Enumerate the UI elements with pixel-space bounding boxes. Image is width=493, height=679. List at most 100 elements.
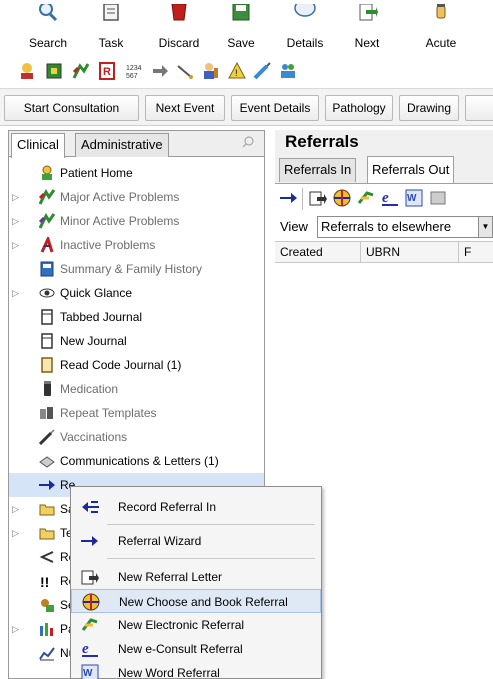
report-icon[interactable]: R (98, 62, 116, 80)
referrals-table-header: Created UBRN F (275, 241, 493, 263)
next-event-button[interactable]: Next Event (145, 95, 225, 121)
menu-item-record-referral-in[interactable]: Record Referral In (71, 495, 321, 519)
tree-item-read-code-journal[interactable]: Read Code Journal (1) (9, 353, 264, 377)
expand-icon[interactable]: ▷ (12, 521, 22, 545)
tree-item-minor-active-problems[interactable]: ▷ Minor Active Problems (9, 209, 264, 233)
expand-icon[interactable]: ▷ (12, 233, 22, 257)
menu-item-new-referral-letter[interactable]: New Referral Letter (71, 565, 321, 589)
tree-item-label: Medication (60, 382, 119, 396)
start-consultation-button[interactable]: Start Consultation (4, 95, 139, 121)
results-icon (39, 551, 54, 563)
menu-separator (107, 558, 315, 559)
overflow-button[interactable] (465, 95, 493, 121)
column-header-f[interactable]: F (459, 242, 493, 263)
menu-item-referral-wizard[interactable]: Referral Wizard (71, 529, 321, 553)
referral-arrow-icon[interactable] (280, 189, 298, 207)
tree-item-label: Communications & Letters (1) (60, 454, 219, 468)
svg-text:!!: !! (40, 574, 49, 589)
more-icon[interactable] (429, 189, 447, 207)
menu-item-new-choose-and-book-referral[interactable]: New Choose and Book Referral (71, 589, 321, 613)
numbers-icon[interactable]: 1234567 (125, 62, 143, 80)
tree-item-medication[interactable]: Medication (9, 377, 264, 401)
box-icon[interactable] (45, 62, 63, 80)
pen-icon[interactable] (176, 62, 194, 80)
search-button[interactable]: Search (18, 0, 78, 56)
expand-icon[interactable]: ▷ (12, 185, 22, 209)
save-button[interactable]: Save (211, 0, 271, 56)
column-header-ubrn[interactable]: UBRN (361, 242, 459, 263)
tree-item-inactive-problems[interactable]: ▷ Inactive Problems (9, 233, 264, 257)
people-icon[interactable] (279, 62, 297, 80)
view-select[interactable]: Referrals to elsewhere ▼ (317, 216, 493, 238)
major-problems-icon (39, 189, 55, 205)
tree-item-new-journal[interactable]: New Journal (9, 329, 264, 353)
arrow-right-icon[interactable] (151, 62, 169, 80)
menu-item-new-electronic-referral[interactable]: New Electronic Referral (71, 613, 321, 637)
discard-label: Discard (158, 36, 200, 50)
electronic-referral-icon[interactable] (357, 189, 375, 207)
discard-button[interactable]: Discard (149, 0, 209, 56)
tab-referrals-in[interactable]: Referrals In (279, 158, 357, 182)
expand-icon[interactable]: ▷ (12, 617, 22, 641)
pathology-button[interactable]: Pathology (325, 95, 393, 121)
econsult-icon[interactable]: e (381, 189, 399, 207)
menu-item-label: New Word Referral (118, 666, 220, 679)
quick-icon-strip: R 1234 567 ! (0, 56, 493, 88)
tab-clinical[interactable]: Clinical (11, 133, 65, 158)
inactive-problems-icon (40, 237, 54, 253)
tree-item-repeat-templates[interactable]: Repeat Templates (9, 401, 264, 425)
svg-text:e: e (382, 190, 389, 206)
econsult-icon: e (82, 641, 98, 657)
chevron-down-icon[interactable]: ▼ (478, 217, 492, 237)
clinician-icon[interactable] (202, 62, 220, 80)
word-referral-icon[interactable]: W (405, 189, 423, 207)
tree-item-summary-family-history[interactable]: Summary & Family History (9, 257, 264, 281)
repeat-templates-icon (40, 407, 53, 419)
menu-item-new-econsult-referral[interactable]: e New e-Consult Referral (71, 637, 321, 661)
search-label: Search (28, 36, 68, 50)
next-button[interactable]: Next (337, 0, 397, 56)
referrals-toolbar: e W (275, 183, 493, 213)
tree-item-quick-glance[interactable]: ▷ Quick Glance (9, 281, 264, 305)
next-icon (359, 4, 378, 21)
tree-item-label: Inactive Problems (60, 238, 156, 252)
menu-item-label: Referral Wizard (118, 534, 202, 548)
folder-icon (39, 504, 55, 516)
alerts-icon: !! (40, 574, 49, 589)
expand-icon[interactable]: ▷ (12, 497, 22, 521)
tree-item-communications-letters[interactable]: Communications & Letters (1) (9, 449, 264, 473)
menu-item-new-word-referral[interactable]: W New Word Referral (71, 661, 321, 679)
problems-icon[interactable] (72, 62, 90, 80)
tree-item-tabbed-journal[interactable]: Tabbed Journal (9, 305, 264, 329)
event-details-button[interactable]: Event Details (231, 95, 319, 121)
tree-item-label: Summary & Family History (60, 262, 203, 276)
svg-text:R: R (103, 66, 111, 78)
tab-administrative[interactable]: Administrative (75, 133, 169, 157)
tree-item-label: New Journal (60, 334, 127, 348)
discard-icon (171, 4, 187, 21)
expand-icon[interactable]: ▷ (12, 281, 22, 305)
medication-icon (44, 381, 51, 396)
drawing-button[interactable]: Drawing (399, 95, 459, 121)
search-icon (39, 4, 58, 22)
acute-label: Acute (425, 36, 457, 50)
syringe-icon[interactable] (253, 62, 271, 80)
view-label: View (280, 219, 308, 234)
tab-referrals-out[interactable]: Referrals Out (367, 156, 455, 183)
pin-icon[interactable] (242, 136, 254, 148)
choose-and-book-icon[interactable] (333, 189, 351, 207)
tree-item-patient-home[interactable]: Patient Home (9, 161, 264, 185)
patient-icon[interactable] (18, 62, 36, 80)
choose-and-book-icon (82, 593, 100, 611)
column-header-created[interactable]: Created (275, 242, 361, 263)
referral-letter-icon[interactable] (309, 189, 327, 207)
acute-button[interactable]: Acute (411, 0, 471, 56)
next-label: Next (354, 36, 380, 50)
task-button[interactable]: Task (81, 0, 141, 56)
expand-icon[interactable]: ▷ (12, 209, 22, 233)
tree-item-vaccinations[interactable]: Vaccinations (9, 425, 264, 449)
alert-icon[interactable]: ! (228, 62, 246, 80)
record-referral-in-icon (82, 501, 99, 513)
tree-item-major-active-problems[interactable]: ▷ Major Active Problems (9, 185, 264, 209)
details-button[interactable]: Details (275, 0, 335, 56)
